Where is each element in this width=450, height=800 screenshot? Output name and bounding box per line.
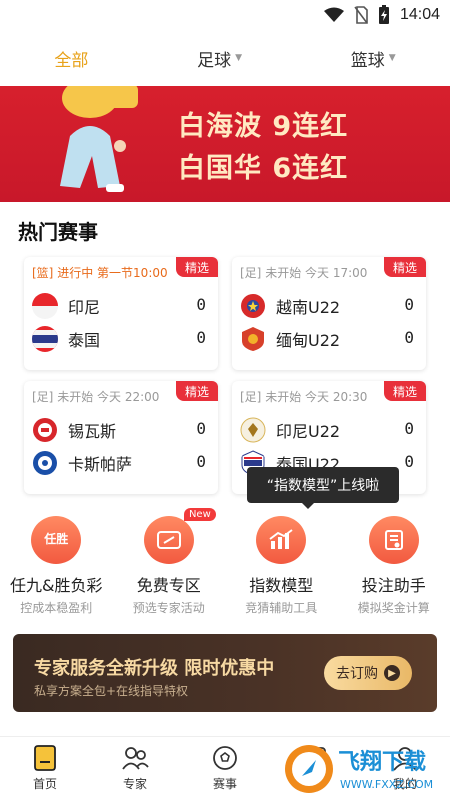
home-icon <box>34 745 56 771</box>
myanmar-crest-icon <box>242 327 264 351</box>
team-row: 卡斯帕萨 <box>32 450 132 476</box>
match-card[interactable]: [足] 未开始 今天 22:00 精选 锡瓦斯 0 卡斯帕萨 0 <box>24 381 218 494</box>
index-model-tooltip[interactable]: “指数模型”上线啦 <box>247 467 399 509</box>
wifi-icon <box>323 7 344 22</box>
team-score: 0 <box>196 328 206 347</box>
match-card[interactable]: [足] 未开始 今天 17:00 精选 越南U22 0 缅甸U22 0 <box>232 257 426 370</box>
match-status: [足] 未开始 今天 17:00 <box>240 266 368 280</box>
featured-badge: 精选 <box>176 257 218 277</box>
tab-basketball[interactable]: 篮球 ▼ <box>351 46 396 71</box>
experts-icon <box>122 747 149 770</box>
feature-ren-jiu[interactable]: 任胜 任九&胜负彩 控成本稳盈利 <box>1 516 111 616</box>
team-score: 0 <box>196 295 206 314</box>
fxxz-watermark-logo: 飞翔下载 WWW.FXXZ.COM <box>285 745 433 793</box>
promo-subtitle: 私享方案全包+在线指导特权 <box>34 684 189 698</box>
indonesia-crest-icon <box>240 417 266 443</box>
nav-matches[interactable]: 赛事 <box>190 737 260 800</box>
svg-text:WWW.FXXZ.COM: WWW.FXXZ.COM <box>340 778 433 791</box>
thailand-flag-icon <box>32 326 58 352</box>
new-badge: New <box>183 508 216 521</box>
sivasspor-crest-icon <box>33 418 57 442</box>
match-status: [足] 未开始 今天 20:30 <box>240 390 368 404</box>
ren-sheng-icon: 任胜 <box>31 516 82 564</box>
feature-betting-helper[interactable]: 投注助手 模拟奖金计算 <box>339 516 449 616</box>
match-card[interactable]: [篮] 进行中 第一节10:00 精选 印尼 0 泰国 0 <box>24 257 218 370</box>
svg-text:飞翔下载: 飞翔下载 <box>338 749 426 775</box>
team-score: 0 <box>404 419 414 438</box>
clock: 14:04 <box>399 6 440 23</box>
match-status: [足] 未开始 今天 22:00 <box>32 390 160 404</box>
nav-home[interactable]: 首页 <box>10 737 80 800</box>
status-bar: 14:04 <box>0 0 450 30</box>
indonesia-flag-icon <box>32 293 58 319</box>
ticket-icon: New <box>143 508 216 564</box>
team-row: 泰国 <box>32 326 100 352</box>
battery-charging-icon <box>378 5 389 24</box>
subscribe-button[interactable]: 去订购 ▶ <box>324 656 412 690</box>
vietnam-crest-icon <box>241 294 265 318</box>
team-row: 锡瓦斯 <box>32 417 116 443</box>
caret-down-icon: ▼ <box>388 53 396 63</box>
feature-row: 任胜 任九&胜负彩 控成本稳盈利 New 免费专区 预选专家活动 指数模型 竞猜… <box>0 508 450 616</box>
featured-badge: 精选 <box>384 257 426 277</box>
tab-all[interactable]: 全部 <box>54 46 88 71</box>
caret-down-icon: ▼ <box>235 53 242 63</box>
team-row: 印尼U22 <box>240 417 340 443</box>
expert-service-promo[interactable]: 专家服务全新升级 限时优惠中 私享方案全包+在线指导特权 去订购 ▶ <box>13 634 437 712</box>
feature-index-model[interactable]: 指数模型 竞猜辅助工具 <box>226 516 336 616</box>
promo-title: 专家服务全新升级 限时优惠中 <box>34 658 275 679</box>
football-icon <box>213 746 237 770</box>
chart-icon <box>256 516 307 564</box>
arrow-right-icon: ▶ <box>384 665 400 681</box>
match-status: [篮] 进行中 第一节10:00 <box>32 266 168 280</box>
hot-matches-title: 热门赛事 <box>18 220 98 244</box>
cartoon-figure-icon <box>60 86 138 192</box>
no-sim-icon <box>354 6 368 24</box>
promo-banner[interactable]: 白海波 9连红 白国华 6连红 <box>0 86 450 202</box>
feature-free-zone[interactable]: New 免费专区 预选专家活动 <box>114 508 224 616</box>
team-row: 缅甸U22 <box>240 326 340 352</box>
featured-badge: 精选 <box>384 381 426 401</box>
banner-line-1: 白海波 9连红 <box>178 111 349 142</box>
kasimpasa-crest-icon <box>33 451 57 475</box>
team-row: 印尼 <box>32 293 100 319</box>
team-score: 0 <box>404 295 414 314</box>
featured-badge: 精选 <box>176 381 218 401</box>
nav-experts[interactable]: 专家 <box>100 737 170 800</box>
team-score: 0 <box>404 452 414 471</box>
tab-football[interactable]: 足球 ▼ <box>197 46 242 71</box>
team-score: 0 <box>404 328 414 347</box>
top-tabs: 全部 足球 ▼ 篮球 ▼ <box>0 38 450 78</box>
team-score: 0 <box>196 452 206 471</box>
team-score: 0 <box>196 419 206 438</box>
betting-slip-icon <box>368 516 419 564</box>
team-row: 越南U22 <box>240 293 340 319</box>
banner-line-2: 白国华 6连红 <box>178 153 349 184</box>
